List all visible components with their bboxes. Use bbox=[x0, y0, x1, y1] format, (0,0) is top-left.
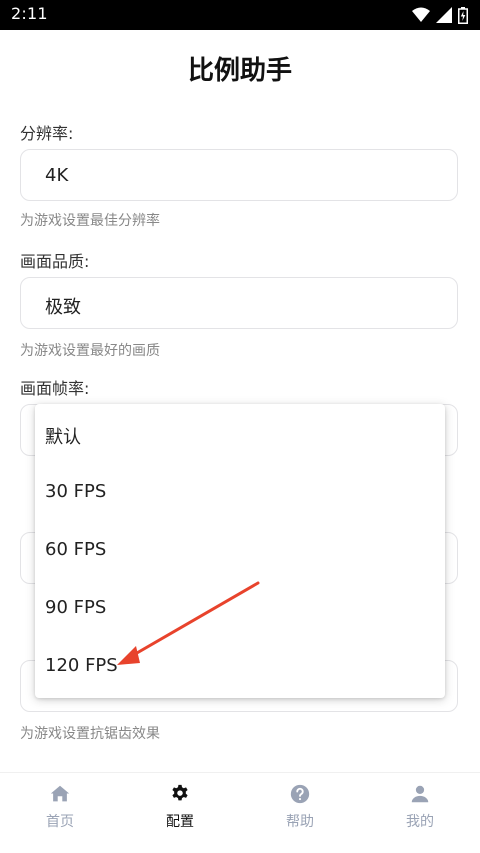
nav-label-mine: 我的 bbox=[406, 814, 434, 830]
nav-item-home[interactable]: 首页 bbox=[0, 783, 120, 843]
framerate-dropdown-menu: 默认 30 FPS 60 FPS 90 FPS 120 FPS bbox=[35, 404, 445, 698]
status-icons bbox=[412, 6, 468, 24]
menu-item-30fps[interactable]: 30 FPS bbox=[35, 464, 445, 522]
nav-label-config: 配置 bbox=[166, 814, 194, 830]
quality-value: 极致 bbox=[45, 297, 81, 318]
nav-label-home: 首页 bbox=[46, 814, 74, 830]
gear-icon bbox=[172, 784, 188, 801]
page-title: 比例助手 bbox=[187, 56, 292, 86]
menu-item-default[interactable]: 默认 bbox=[35, 406, 445, 464]
quality-hint: 为游戏设置最好的画质 bbox=[20, 343, 160, 359]
signal-icon bbox=[436, 7, 452, 23]
nav-item-help[interactable]: 帮助 bbox=[240, 783, 360, 843]
quality-label: 画面品质: bbox=[20, 252, 90, 271]
quality-select[interactable]: 极致 bbox=[20, 277, 458, 329]
menu-item-label: 默认 bbox=[45, 427, 81, 448]
menu-item-90fps[interactable]: 90 FPS bbox=[35, 580, 445, 638]
status-time: 2:11 bbox=[11, 4, 48, 23]
status-bar: 2:11 bbox=[0, 0, 480, 30]
nav-item-config[interactable]: 配置 bbox=[120, 783, 240, 843]
wifi-icon bbox=[412, 7, 430, 22]
resolution-label: 分辨率: bbox=[20, 124, 74, 143]
resolution-hint: 为游戏设置最佳分辨率 bbox=[20, 213, 160, 229]
menu-item-60fps[interactable]: 60 FPS bbox=[35, 522, 445, 580]
bottom-nav: 首页 配置 帮助 我的 bbox=[0, 772, 480, 853]
resolution-select[interactable]: 4K bbox=[20, 149, 458, 201]
antialias-hint: 为游戏设置抗锯齿效果 bbox=[20, 726, 160, 742]
battery-icon bbox=[458, 6, 468, 24]
home-icon bbox=[50, 785, 70, 802]
nav-item-mine[interactable]: 我的 bbox=[360, 783, 480, 843]
resolution-value: 4K bbox=[45, 165, 69, 186]
app-screen: 2:11 比例助手 分辨率: 4K 为游戏设置最佳分辨率 画面品质: 极致 为游… bbox=[0, 0, 480, 853]
menu-item-label: 30 FPS bbox=[45, 481, 107, 502]
nav-label-help: 帮助 bbox=[286, 814, 314, 830]
menu-item-label: 60 FPS bbox=[45, 539, 107, 560]
menu-item-120fps[interactable]: 120 FPS bbox=[35, 638, 445, 696]
help-icon bbox=[290, 784, 310, 804]
user-icon bbox=[411, 785, 429, 803]
menu-item-label: 120 FPS bbox=[45, 655, 118, 676]
framerate-label: 画面帧率: bbox=[20, 379, 90, 398]
menu-item-label: 90 FPS bbox=[45, 597, 107, 618]
